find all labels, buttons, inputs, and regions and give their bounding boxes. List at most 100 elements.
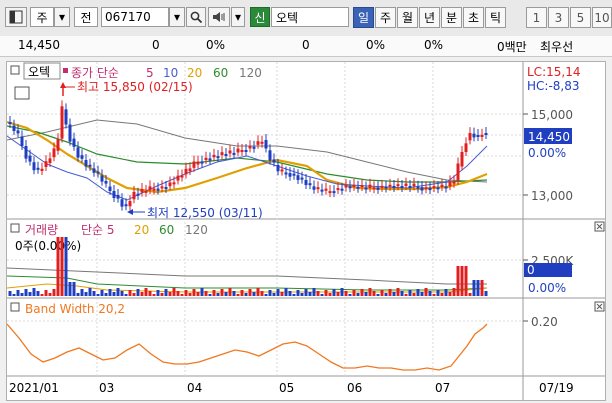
volume-bar bbox=[432, 294, 436, 296]
volume-bar bbox=[408, 290, 412, 296]
stock-code-dropdown-icon[interactable]: ▾ bbox=[169, 7, 185, 27]
period-tab-week[interactable]: 주 bbox=[375, 7, 396, 28]
volume-bar bbox=[72, 282, 76, 296]
candle-body bbox=[48, 158, 52, 163]
candle-body bbox=[12, 125, 16, 131]
candle-body bbox=[80, 155, 84, 159]
volume-bar bbox=[352, 290, 356, 296]
volume-bar bbox=[324, 290, 328, 296]
table-view-icon[interactable] bbox=[14, 86, 30, 100]
volume-bar bbox=[320, 294, 324, 296]
band-width-line bbox=[6, 323, 488, 371]
volume-bar bbox=[476, 280, 480, 296]
price-legend-ma10: 10 bbox=[163, 66, 178, 80]
volume-bar bbox=[412, 293, 416, 296]
candle-body bbox=[116, 195, 120, 199]
volume-bar bbox=[96, 294, 100, 296]
volume-bar bbox=[236, 294, 240, 296]
volume-current-pct: 0.00% bbox=[528, 281, 566, 295]
code-prefix-select[interactable]: 전 bbox=[74, 7, 98, 27]
volume-bar bbox=[68, 282, 72, 296]
candlestick-series bbox=[8, 100, 488, 211]
candle-body bbox=[284, 172, 288, 175]
interval-button-1[interactable]: 1 bbox=[526, 7, 547, 28]
candle-body bbox=[144, 190, 148, 193]
volume-bar bbox=[316, 291, 320, 296]
volume-bar bbox=[20, 293, 24, 296]
speaker-icon[interactable] bbox=[208, 7, 230, 27]
candle-body bbox=[408, 186, 412, 188]
candle-body bbox=[32, 162, 36, 171]
stock-code-input[interactable]: 067170 bbox=[101, 7, 169, 27]
search-icon[interactable] bbox=[186, 7, 206, 27]
volume-bar bbox=[372, 291, 376, 296]
volume-bar bbox=[88, 288, 92, 296]
period-tab-minute[interactable]: 분 bbox=[441, 7, 462, 28]
candle-body bbox=[160, 186, 164, 189]
candle-body bbox=[68, 124, 72, 142]
candle-body bbox=[36, 167, 40, 170]
volume-legend-ma60: 60 bbox=[159, 223, 174, 237]
period-tab-month[interactable]: 월 bbox=[397, 7, 418, 28]
volume-bar bbox=[384, 293, 388, 296]
volume-bar bbox=[44, 290, 48, 296]
interval-button-10[interactable]: 10 bbox=[592, 7, 612, 28]
panel-toggle-icon[interactable] bbox=[10, 223, 20, 233]
volume-bar bbox=[428, 291, 432, 296]
volume-bar bbox=[292, 294, 296, 296]
candle-body bbox=[448, 181, 452, 187]
candle-body bbox=[228, 150, 232, 154]
price-legend-ma5: 5 bbox=[146, 66, 154, 80]
candle-body bbox=[484, 133, 488, 135]
candle-body bbox=[372, 187, 376, 190]
panel-toggle-icon[interactable] bbox=[10, 302, 20, 312]
candle-body bbox=[24, 146, 28, 159]
volume-bar bbox=[240, 290, 244, 296]
market-type-dropdown-icon[interactable]: ▾ bbox=[54, 7, 70, 27]
volume-bar bbox=[436, 290, 440, 296]
volume-bar bbox=[244, 293, 248, 296]
volume-bar bbox=[16, 290, 20, 296]
period-tab-second[interactable]: 초 bbox=[463, 7, 484, 28]
candle-body bbox=[64, 109, 68, 125]
candle-body bbox=[244, 150, 248, 152]
volume-bar bbox=[176, 291, 180, 296]
volume-bar bbox=[136, 289, 140, 296]
volume-bar bbox=[80, 289, 84, 296]
volume-bar bbox=[264, 294, 268, 296]
speaker-dropdown-icon[interactable]: ▾ bbox=[231, 7, 245, 27]
interval-button-5[interactable]: 5 bbox=[570, 7, 591, 28]
candle-body bbox=[172, 182, 176, 185]
period-tab-year[interactable]: 년 bbox=[419, 7, 440, 28]
quote-info-row: 14,450 0 0% 0 0% 0% 0백만 최우선 bbox=[0, 36, 612, 57]
candle-body bbox=[324, 188, 328, 191]
price-axis-tick-15000: 15,000 bbox=[531, 108, 573, 122]
candle-body bbox=[404, 183, 408, 186]
market-type-select[interactable]: 주 bbox=[30, 7, 54, 27]
candle-body bbox=[8, 122, 12, 124]
interval-button-3[interactable]: 3 bbox=[548, 7, 569, 28]
volume-bar bbox=[260, 291, 264, 296]
window-menu-icon[interactable] bbox=[5, 7, 27, 27]
candle-body bbox=[460, 152, 464, 167]
volume-bar bbox=[200, 288, 204, 296]
candle-body bbox=[248, 146, 252, 149]
volume-bar bbox=[24, 289, 28, 296]
candle-body bbox=[304, 180, 308, 185]
candle-body bbox=[264, 140, 268, 149]
panel-toggle-icon[interactable] bbox=[10, 65, 20, 75]
candle-body bbox=[356, 186, 360, 189]
candle-body bbox=[16, 130, 20, 134]
period-tab-tick[interactable]: 틱 bbox=[485, 7, 506, 28]
band-axis-tick: 0.20 bbox=[531, 315, 558, 329]
volume-legend-ma: 단순 5 bbox=[81, 223, 115, 237]
x-axis-label-2021-01: 2021/01 bbox=[9, 381, 59, 395]
candle-body bbox=[88, 164, 92, 167]
current-price-tag-label: 14,450 bbox=[528, 130, 570, 144]
candle-body bbox=[52, 148, 56, 158]
volume-bar bbox=[452, 288, 456, 296]
period-tab-day[interactable]: 일 bbox=[353, 7, 374, 28]
volume-bar bbox=[356, 293, 360, 296]
volume-bar bbox=[300, 293, 304, 296]
price-legend-ma60: 60 bbox=[213, 66, 228, 80]
